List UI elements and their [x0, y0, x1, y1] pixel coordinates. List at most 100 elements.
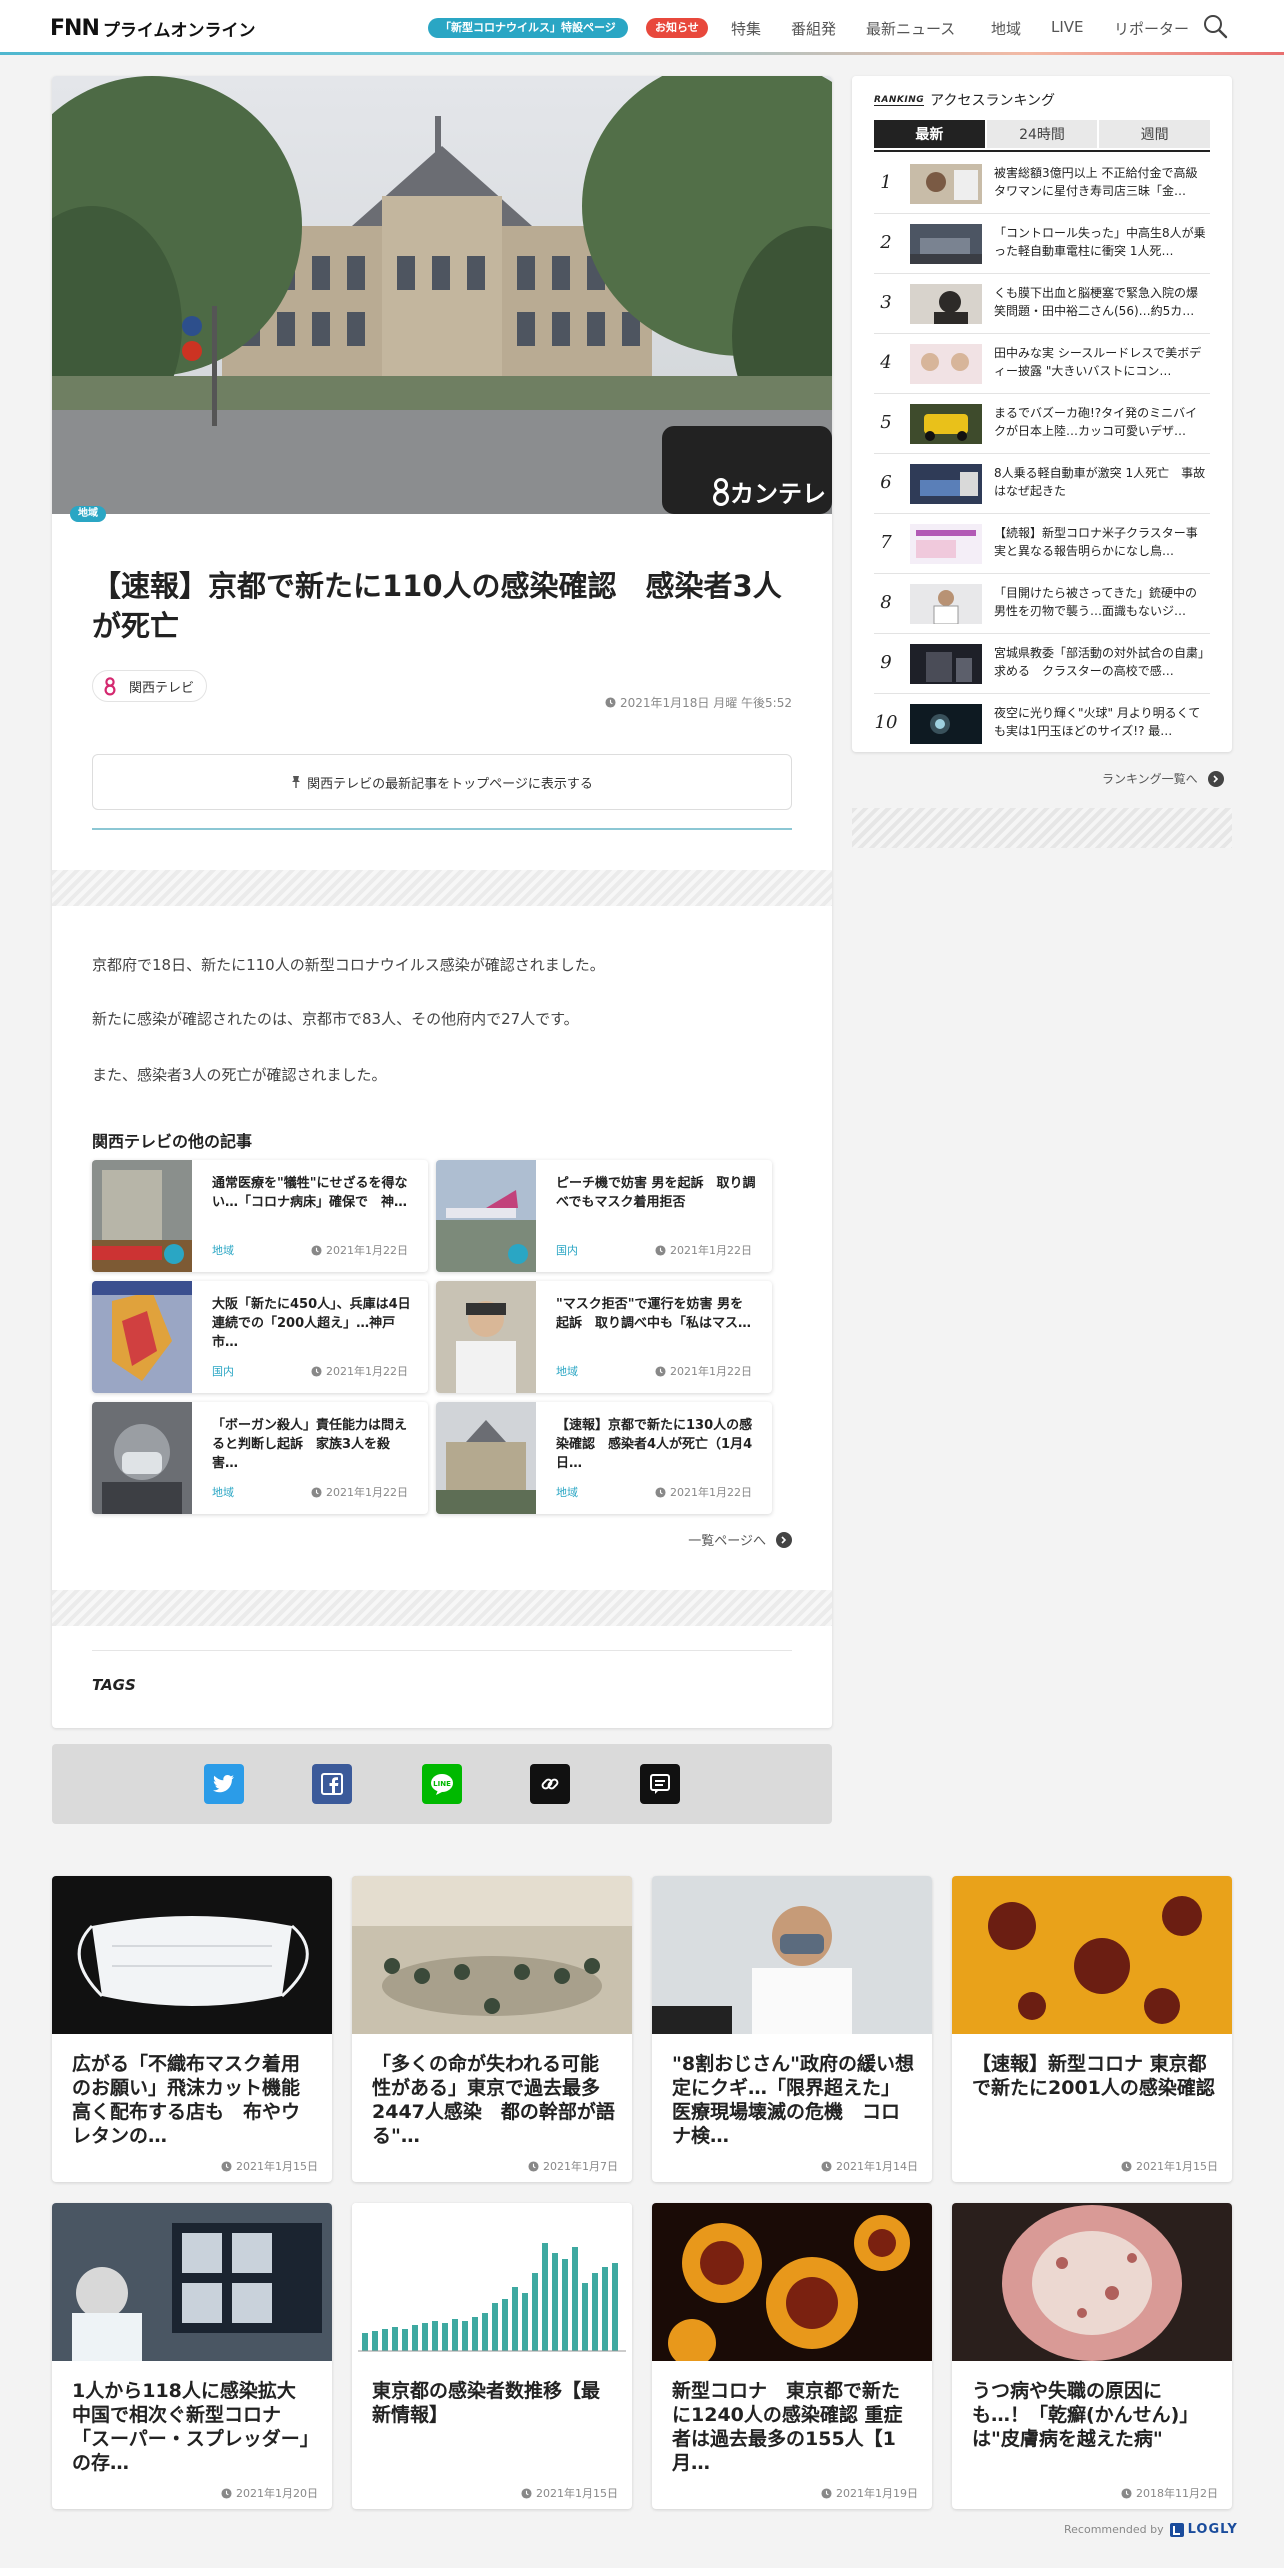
source-badge[interactable]: 関西テレビ [92, 670, 208, 702]
ranking-item[interactable]: 2 「コントロール失った」中高生8人が乗った軽自動車電柱に衝突 1人死… [874, 214, 1210, 274]
watermark-text: カンテレ [730, 480, 826, 508]
recommend-card[interactable]: 1人から118人に感染拡大 中国で相次ぐ新型コロナ「スーパー・スプレッダー」の存… [52, 2203, 332, 2509]
search-icon[interactable] [1202, 13, 1228, 39]
related-article-card[interactable]: "マスク拒否"で運行を妨害 男を起訴 取り調べ中も「私はマス… 地域 2021年… [436, 1281, 772, 1393]
nav-region[interactable]: 地域 [991, 18, 1021, 39]
rank-number: 3 [880, 292, 892, 313]
ranking-list-label: ランキング一覧へ [1102, 772, 1198, 786]
nav-live[interactable]: LIVE [1051, 18, 1084, 36]
related-date: 2021年1月22日 [311, 1242, 408, 1258]
tab-weekly[interactable]: 週間 [1099, 120, 1211, 148]
recommend-date-text: 2021年1月15日 [1136, 2160, 1218, 2173]
tab-latest[interactable]: 最新 [874, 120, 985, 148]
clock-icon [221, 2487, 232, 2499]
recommend-card[interactable]: 【速報】新型コロナ 東京都で新たに2001人の感染確認 2021年1月15日 [952, 1876, 1232, 2182]
ranking-item[interactable]: 7 【続報】新型コロナ米子クラスター事実と異なる報告明らかになし鳥… [874, 514, 1210, 574]
related-article-card[interactable]: 通常医療を"犠牲"にせざるを得ない…「コロナ病床」確保で 神… 地域 2021年… [92, 1160, 428, 1272]
comment-button[interactable] [640, 1764, 680, 1804]
ranking-thumbnail [910, 524, 982, 564]
notice-link[interactable]: お知らせ [646, 18, 708, 38]
related-category: 地域 [212, 1486, 234, 1499]
ranking-item[interactable]: 4 田中みな実 シースルードレスで美ボディー披露 "大きいバストにコン… [874, 334, 1210, 394]
tab-24h[interactable]: 24時間 [986, 120, 1098, 148]
recommend-date: 2021年1月15日 [521, 2485, 618, 2501]
ranking-title: 田中みな実 シースルードレスで美ボディー披露 "大きいバストにコン… [994, 346, 1202, 378]
article-paragraph: 京都府で18日、新たに110人の新型コロナウイルス感染が確認されました。 [92, 956, 605, 974]
recommend-title: 東京都の感染者数推移【最新情報】 [372, 2380, 601, 2426]
related-thumbnail [436, 1281, 536, 1393]
rank-number: 10 [874, 712, 898, 733]
ktv-logo-icon [104, 677, 116, 696]
ranking-item[interactable]: 1 被害総額3億円以上 不正給付金で高級タワマンに星付き寿司店三昧「金… [874, 154, 1210, 214]
related-date-text: 2021年1月22日 [326, 1486, 408, 1499]
nav-feature[interactable]: 特集 [731, 18, 761, 39]
recommend-image [352, 1876, 632, 2034]
recommend-card[interactable]: うつ病や失職の原因にも…！「乾癬(かんせん)」は"皮膚病を越えた病" 2018年… [952, 2203, 1232, 2509]
recommend-date: 2021年1月15日 [1121, 2158, 1218, 2174]
clock-icon [221, 2160, 232, 2172]
recommend-image [652, 1876, 932, 2034]
facebook-share-button[interactable] [312, 1764, 352, 1804]
related-date: 2021年1月22日 [655, 1363, 752, 1379]
recommend-date: 2021年1月14日 [821, 2158, 918, 2174]
tab-underline [874, 150, 1210, 152]
related-article-card[interactable]: 【速報】京都で新たに130人の感染確認 感染者4人が死亡（1月4日… 地域 20… [436, 1402, 772, 1514]
recommend-date-text: 2018年11月2日 [1136, 2487, 1218, 2500]
pin-latest-button[interactable]: 関西テレビの最新記事をトップページに表示する [92, 754, 792, 810]
category-badge[interactable]: 地域 [70, 506, 106, 522]
ranking-item[interactable]: 9 宮城県教委「部活動の対外試合の自粛」求める クラスターの高校で感… [874, 634, 1210, 694]
related-article-card[interactable]: 大阪「新たに450人」、兵庫は4日連続での「200人超え」…神戸市… 国内 20… [92, 1281, 428, 1393]
logly-brand[interactable]: LOGLY [1188, 2522, 1238, 2537]
ranking-item[interactable]: 10 夜空に光り輝く"火球" 月より明るくても実は1円玉ほどのサイズ!? 最… [874, 694, 1210, 754]
link-icon [541, 1778, 559, 1790]
recommend-date-text: 2021年1月15日 [536, 2487, 618, 2500]
covid-special-link[interactable]: 「新型コロナウイルス」特設ページ [428, 18, 628, 38]
ranking-item[interactable]: 6 8人乗る軽自動車が激突 1人死亡 事故はなぜ起きた [874, 454, 1210, 514]
recommend-title: 【速報】新型コロナ 東京都で新たに2001人の感染確認 [972, 2053, 1215, 2099]
line-share-button[interactable]: LINE [422, 1764, 462, 1804]
recommend-title: うつ病や失職の原因にも…！「乾癬(かんせん)」は"皮膚病を越えた病" [972, 2380, 1199, 2450]
ranking-panel: RANKING アクセスランキング 最新 24時間 週間 1 被害総額3億円以上… [852, 76, 1232, 752]
ranking-item[interactable]: 5 まるでバズーカ砲!?タイ発のミニバイクが日本上陸…カッコ可愛いデザ… [874, 394, 1210, 454]
recommend-card[interactable]: 東京都の感染者数推移【最新情報】 2021年1月15日 [352, 2203, 632, 2509]
related-thumbnail [436, 1402, 536, 1514]
recommend-card[interactable]: 「多くの命が失われる可能性がある」東京で過去最多2447人感染 都の幹部が語る"… [352, 1876, 632, 2182]
related-date: 2021年1月22日 [655, 1242, 752, 1258]
related-category: 地域 [556, 1486, 578, 1499]
clock-icon [1121, 2487, 1132, 2499]
clock-icon [311, 1486, 322, 1498]
ranking-title: 8人乗る軽自動車が激突 1人死亡 事故はなぜ起きた [994, 466, 1206, 498]
nav-latest-news[interactable]: 最新ニュース [866, 18, 955, 39]
related-article-card[interactable]: 「ボーガン殺人」責任能力は問えると判断し起訴 家族3人を殺害… 地域 2021年… [92, 1402, 428, 1514]
recommend-image [52, 1876, 332, 2034]
recommend-card[interactable]: 新型コロナ 東京都で新たに1240人の感染確認 重症者は過去最多の155人【1月… [652, 2203, 932, 2509]
twitter-icon [213, 1775, 234, 1793]
ranking-thumbnail [910, 224, 982, 264]
ranking-item[interactable]: 3 くも膜下出血と脳梗塞で緊急入院の爆笑問題・田中裕二さん(56)…約5カ… [874, 274, 1210, 334]
recommend-image [652, 2203, 932, 2361]
related-category: 地域 [212, 1244, 234, 1257]
recommend-card[interactable]: 広がる「不織布マスク着用のお願い」飛沫カット機能高く配布する店も 布やウレタンの… [52, 1876, 332, 2182]
nav-programs[interactable]: 番組発 [791, 18, 836, 39]
nav-reporter[interactable]: リポーター [1114, 18, 1189, 39]
twitter-share-button[interactable] [204, 1764, 244, 1804]
copy-link-button[interactable] [530, 1764, 570, 1804]
rank-number: 2 [880, 232, 892, 253]
rank-number: 8 [880, 592, 892, 613]
article-paragraph: また、感染者3人の死亡が確認されました。 [92, 1066, 387, 1084]
related-date: 2021年1月22日 [311, 1363, 408, 1379]
recommend-title: 「多くの命が失われる可能性がある」東京で過去最多2447人感染 都の幹部が語る"… [372, 2053, 615, 2147]
stripe-divider [852, 808, 1232, 848]
recommend-image [352, 2203, 632, 2361]
ranking-title: 宮城県教委「部活動の対外試合の自粛」求める クラスターの高校で感… [994, 646, 1205, 678]
ranking-thumbnail [910, 704, 982, 744]
ranking-title: 「コントロール失った」中高生8人が乗った軽自動車電柱に衝突 1人死… [994, 226, 1206, 258]
recommend-card[interactable]: "8割おじさん"政府の緩い想定にクギ…「限界超えた」医療現場壊滅の危機 コロナ検… [652, 1876, 932, 2182]
related-article-card[interactable]: ピーチ機で妨害 男を起訴 取り調べでもマスク着用拒否 国内 2021年1月22日 [436, 1160, 772, 1272]
site-logo[interactable]: FNN プライムオンライン [50, 16, 256, 41]
ranking-list-link[interactable]: ランキング一覧へ [1102, 770, 1224, 787]
chevron-right-icon [776, 1531, 792, 1548]
recommend-image [52, 2203, 332, 2361]
list-page-link[interactable]: 一覧ページへ [688, 1530, 792, 1549]
ranking-item[interactable]: 8 「目開けたら被さってきた」銃硬中の男性を刃物で襲う…面識もないジ… [874, 574, 1210, 634]
